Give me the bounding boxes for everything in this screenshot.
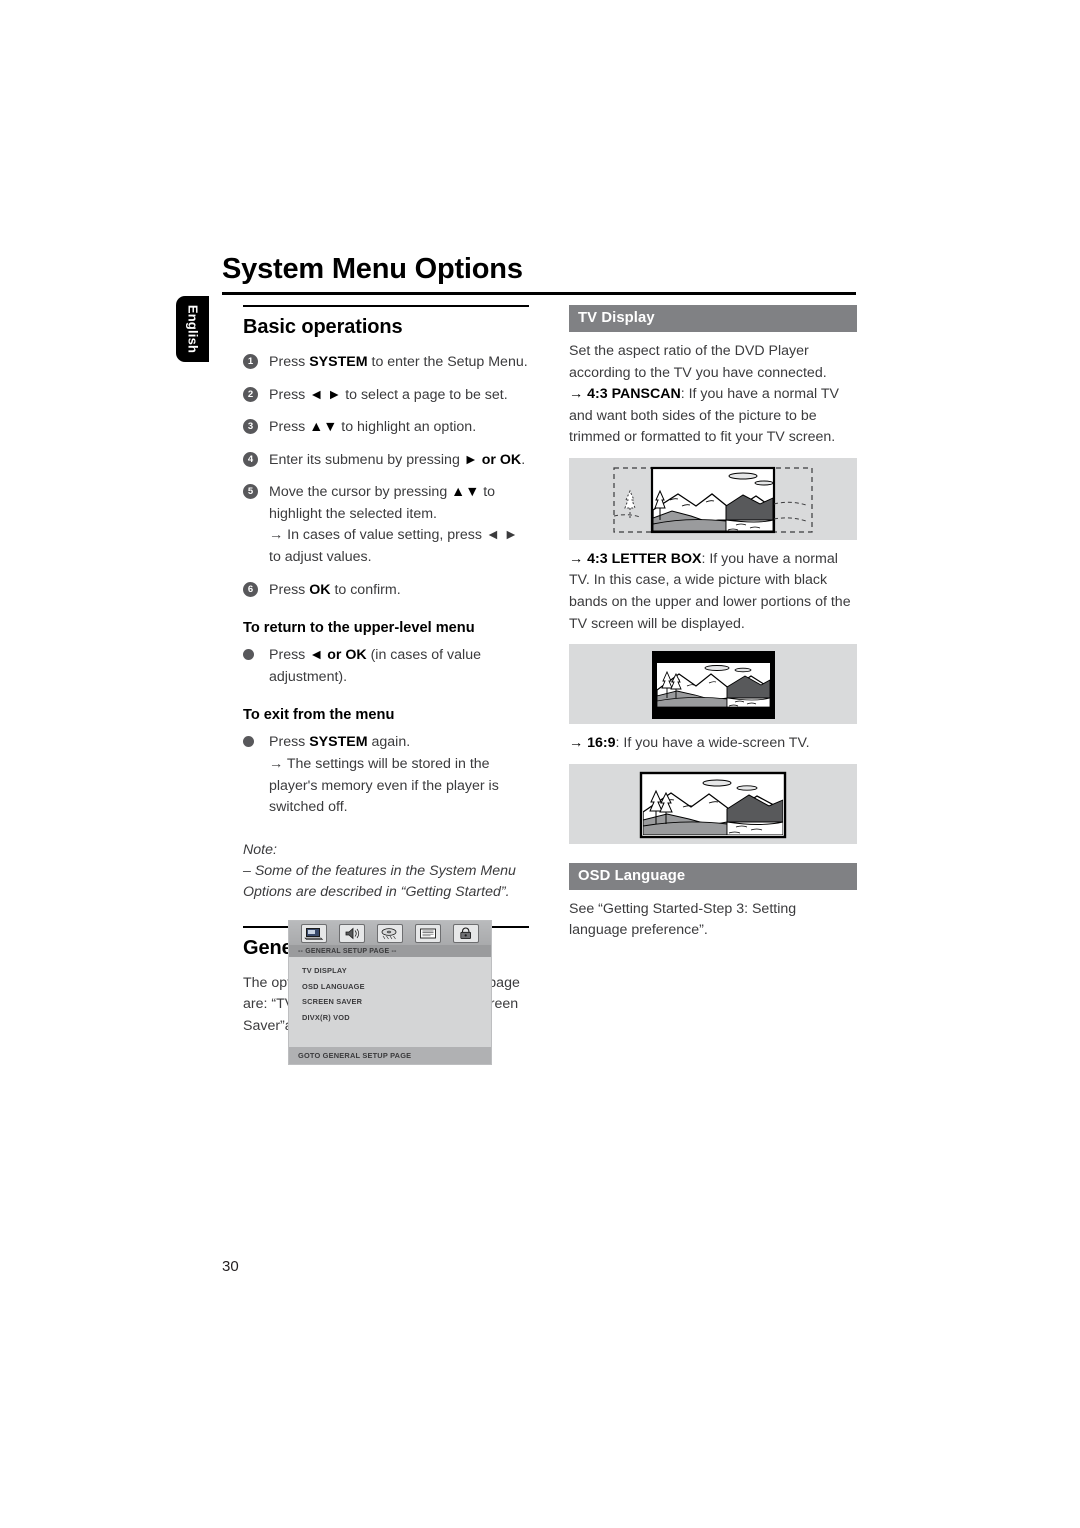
step-3: 3 Press ▲▼ to highlight an option. (243, 417, 533, 439)
widescreen-arrow-icon: → (569, 735, 588, 752)
step-2: 2 Press ◄ ► to select a page to be set. (243, 385, 533, 407)
note-block: Note: – Some of the features in the Syst… (243, 840, 533, 904)
step-5-substep: → In cases of value setting, press ◄ ► t… (269, 527, 518, 566)
osd-menu-list: TV DISPLAY OSD LANGUAGE SCREEN SAVER DIV… (289, 957, 491, 1022)
step-number: 2 (243, 386, 258, 402)
panscan-arrow-icon: → (569, 386, 588, 403)
password-lock-icon[interactable] (453, 923, 479, 943)
basic-operations-heading: Basic operations (243, 316, 403, 338)
return-upper-level-bullet: Press ◄ or OK (in cases of value adjustm… (243, 645, 533, 688)
osd-menu-item-osd-language[interactable]: OSD LANGUAGE (302, 982, 491, 991)
step-4: 4 Enter its submenu by pressing ► or OK. (243, 450, 533, 472)
letterbox-arrow-icon: → (569, 550, 588, 567)
return-upper-level-heading: To return to the upper-level menu (243, 620, 475, 637)
bullet-text-before: Press (269, 647, 310, 664)
osd-icon-bar (289, 921, 491, 945)
tv-display-intro-text: Set the aspect ratio of the DVD Player a… (569, 343, 827, 381)
step-text-before: Press (269, 419, 310, 436)
step-number: 4 (243, 451, 258, 467)
step-text-bold: OK (309, 581, 331, 598)
step-number: 3 (243, 419, 258, 435)
basic-operations-steps: 1 Press SYSTEM to enter the Setup Menu. 2… (243, 352, 533, 601)
preference-setup-icon[interactable] (415, 923, 441, 943)
osd-menu-item-tv-display[interactable]: TV DISPLAY (302, 966, 491, 975)
tv-display-header: TV Display (569, 305, 857, 332)
letterbox-label: 4:3 LETTER BOX (587, 550, 702, 567)
exit-menu-heading: To exit from the menu (243, 707, 395, 724)
step-text-after: to enter the Setup Menu. (367, 354, 528, 370)
letterbox-tv-illustration (569, 644, 857, 725)
widescreen-paragraph: → 16:9: If you have a wide-screen TV. (569, 733, 857, 755)
section-divider-basic-operations (243, 305, 529, 307)
bullet-dot-icon (243, 736, 254, 748)
bullet-text-after: again. (367, 734, 411, 751)
step-text-bold: SYSTEM (309, 354, 368, 370)
osd-language-text: See “Getting Started-Step 3: Setting lan… (569, 900, 797, 939)
osd-menu-item-divx-vod[interactable]: DIVX(R) VOD (302, 1013, 491, 1022)
step-text-before: Press (269, 581, 310, 598)
video-setup-icon[interactable] (377, 923, 403, 943)
step-text-bold: ▲▼ (309, 419, 338, 436)
bullet-text-bold: SYSTEM (309, 734, 368, 751)
step-text-after: to confirm. (330, 581, 401, 598)
step-text-after: . (521, 451, 526, 468)
step-number: 1 (243, 354, 258, 369)
step-text-bold: ▲▼ (451, 484, 480, 501)
page-title: System Menu Options (222, 253, 523, 285)
step-1: 1 Press SYSTEM to enter the Setup Menu. (243, 352, 533, 374)
step-text-before: Press (269, 354, 310, 370)
right-column: TV Display Set the aspect ratio of the D… (569, 305, 857, 951)
step-text-before: Press (269, 386, 310, 403)
step-text-before: Enter its submenu by pressing (269, 451, 464, 468)
bullet-dot-icon (243, 649, 254, 661)
step-text-after: to select a page to be set. (341, 386, 508, 403)
exit-menu-substep: → The settings will be stored in the pla… (269, 755, 499, 816)
step-number: 5 (243, 484, 258, 500)
osd-language-header: OSD Language (569, 862, 857, 890)
step-text-bold: ◄ ► (309, 386, 342, 403)
language-tab-label: English (185, 304, 200, 354)
osd-menu-screenshot: -- GENERAL SETUP PAGE -- TV DISPLAY OSD … (288, 920, 492, 1065)
widescreen-label: 16:9 (587, 735, 616, 752)
bullet-text-bold: ◄ or OK (309, 647, 367, 664)
letterbox-paragraph: → 4:3 LETTER BOX: If you have a normal T… (569, 549, 857, 635)
widescreen-tv-illustration (569, 763, 857, 844)
step-text-before: Move the cursor by pressing (269, 484, 452, 501)
step-text-after: to highlight an option. (337, 419, 477, 436)
step-5: 5 Move the cursor by pressing ▲▼ to highl… (243, 482, 533, 568)
note-label: Note: (243, 841, 277, 858)
page-number: 30 (222, 1258, 239, 1275)
step-text-bold: ► or OK (463, 451, 522, 468)
title-divider (222, 292, 856, 295)
bullet-text-before: Press (269, 734, 310, 751)
osd-menu-item-screen-saver[interactable]: SCREEN SAVER (302, 997, 491, 1006)
panscan-tv-illustration (569, 457, 857, 540)
audio-setup-icon[interactable] (339, 923, 365, 943)
osd-footer-bar: GOTO GENERAL SETUP PAGE (289, 1046, 491, 1064)
language-tab: English (176, 296, 209, 362)
panscan-label: 4:3 PANSCAN (587, 386, 681, 403)
general-setup-icon[interactable] (301, 923, 327, 943)
exit-menu-bullet: Press SYSTEM again. → The settings will … (243, 732, 533, 818)
step-number: 6 (243, 581, 258, 597)
tv-display-intro: Set the aspect ratio of the DVD Player a… (569, 341, 857, 449)
note-text: – Some of the features in the System Men… (243, 862, 516, 901)
osd-title-bar: -- GENERAL SETUP PAGE -- (289, 945, 491, 957)
step-6: 6 Press OK to confirm. (243, 580, 533, 602)
widescreen-description: : If you have a wide-screen TV. (615, 735, 810, 752)
